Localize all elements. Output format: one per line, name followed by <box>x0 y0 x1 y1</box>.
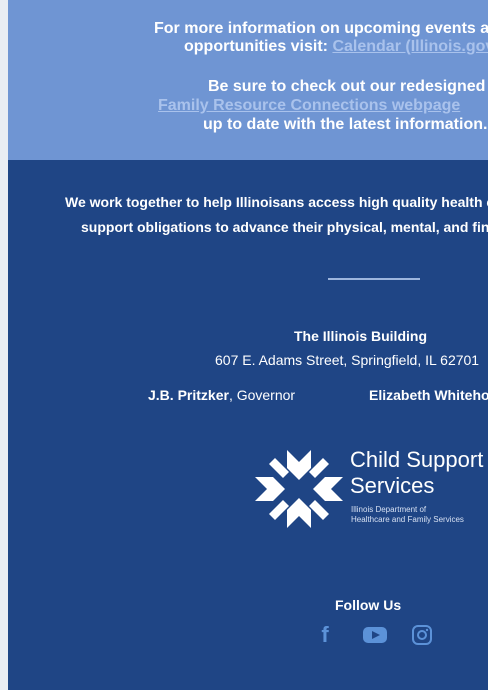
family-resource-link[interactable]: Family Resource Connections webpage <box>158 97 460 115</box>
logo-subtitle-line-1: Illinois Department of <box>351 505 427 514</box>
info-line-2: opportunities visit: Calendar (Illinois.… <box>184 38 488 56</box>
footer <box>8 160 488 690</box>
governor-name: J.B. Pritzker <box>148 387 229 403</box>
info-line-3: Be sure to check out our redesigned <box>208 78 486 95</box>
logo-title-line-1: Child Support <box>350 447 484 472</box>
logo-subtitle-line-2: Healthcare and Family Services <box>351 515 464 524</box>
governor-credit: J.B. Pritzker, Governor <box>148 387 295 403</box>
building-address: 607 E. Adams Street, Springfield, IL 627… <box>215 352 480 368</box>
logo-title-line-2: Services <box>350 473 435 498</box>
mission-line-2: support obligations to advance their phy… <box>81 219 488 235</box>
follow-us-label: Follow Us <box>335 597 402 613</box>
child-support-logo-icon <box>255 450 343 528</box>
youtube-link[interactable] <box>362 622 388 648</box>
footer-divider <box>328 278 420 280</box>
info-line-2-text: opportunities visit: <box>184 38 333 55</box>
calendar-link[interactable]: Calendar (Illinois.gov) <box>332 38 488 55</box>
youtube-icon <box>363 627 387 643</box>
building-name: The Illinois Building <box>294 328 427 344</box>
info-line-1: For more information on upcoming events … <box>154 20 488 37</box>
newsletter-page: For more information on upcoming events … <box>8 0 488 690</box>
info-band: For more information on upcoming events … <box>8 0 488 160</box>
instagram-link[interactable] <box>409 622 435 648</box>
info-line-5: up to date with the latest information. <box>203 116 488 133</box>
facebook-icon: f <box>321 622 329 647</box>
mission-line-1: We work together to help Illinoisans acc… <box>65 194 488 210</box>
facebook-link[interactable]: f <box>312 622 338 648</box>
governor-title: , Governor <box>228 387 296 403</box>
director-name: Elizabeth Whitehorn <box>369 387 488 403</box>
instagram-icon <box>412 625 432 645</box>
